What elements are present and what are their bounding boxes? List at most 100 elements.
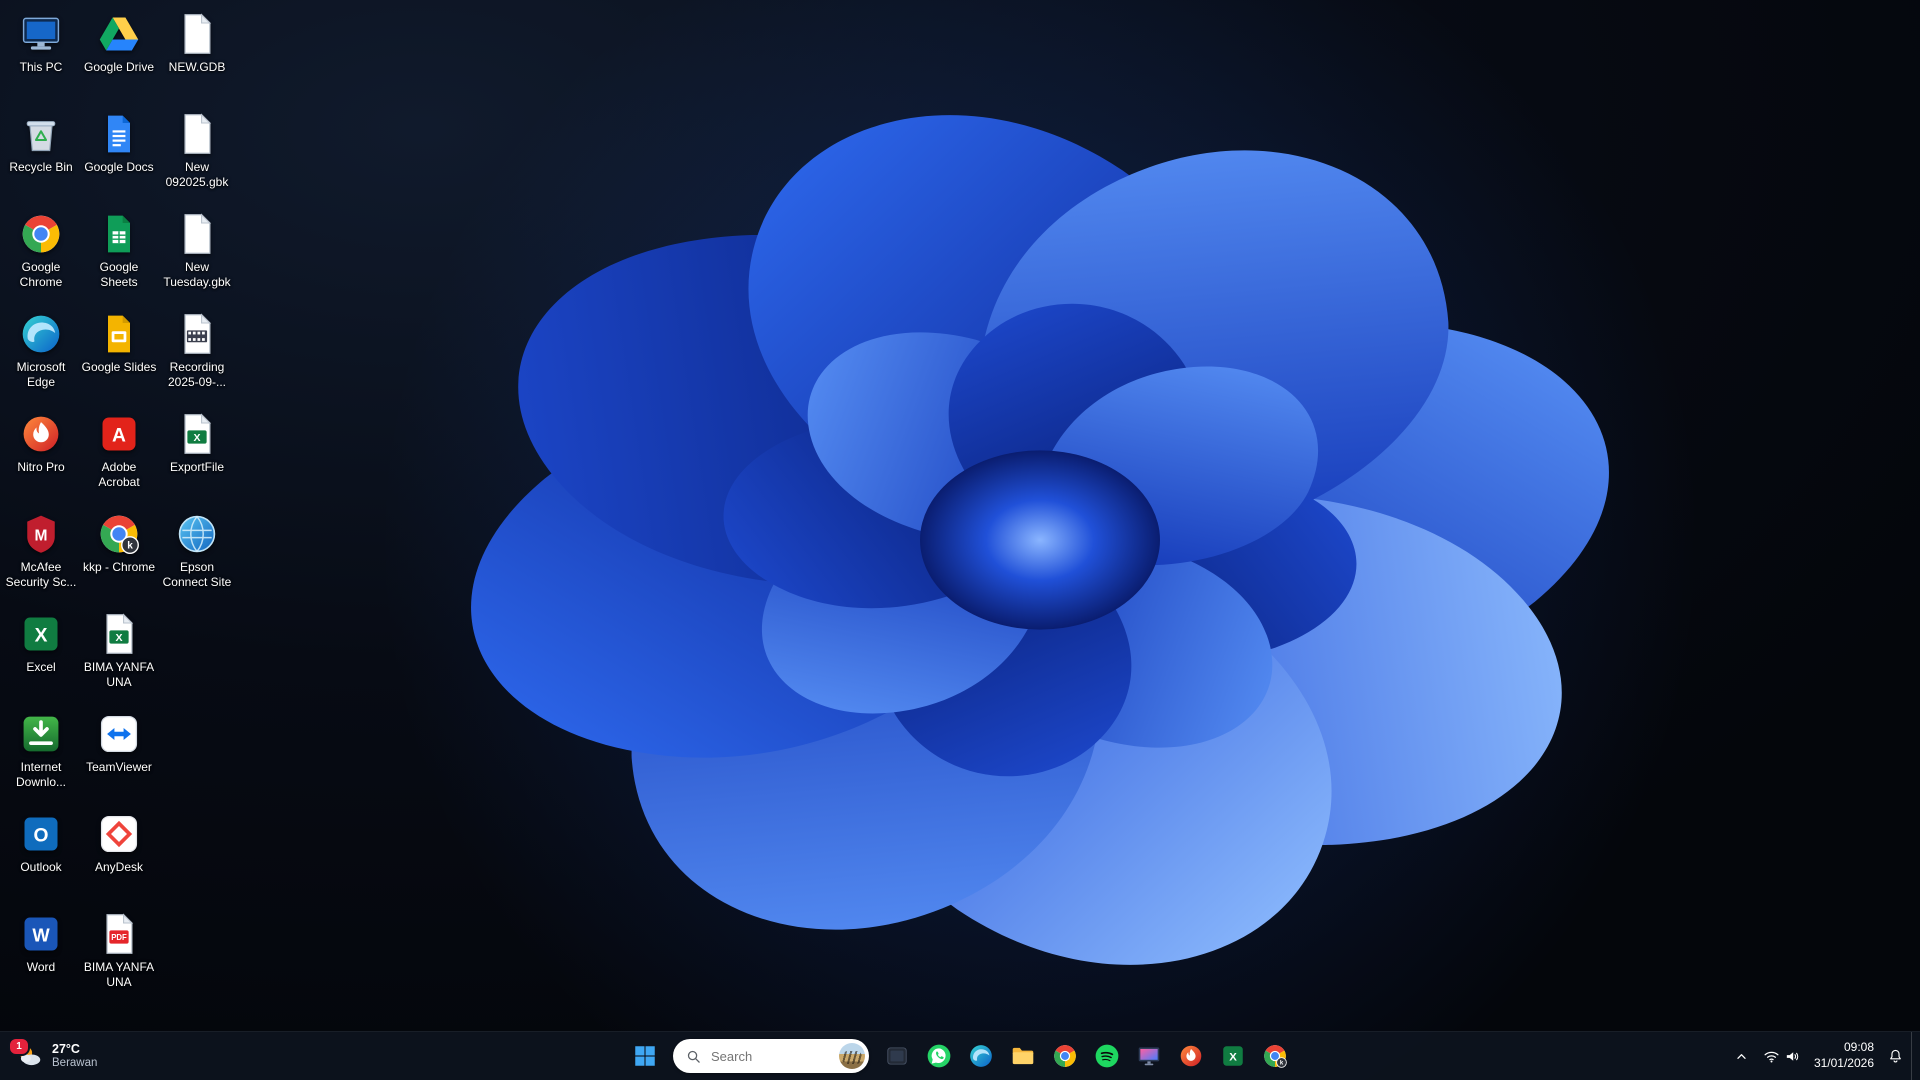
clock-button[interactable]: 09:08 31/01/2026: [1808, 1040, 1880, 1071]
desktop-icon-teamviewer[interactable]: TeamViewer: [81, 708, 157, 808]
icon-label: Recycle Bin: [9, 160, 72, 175]
task-view-button[interactable]: [877, 1036, 917, 1076]
desktop-icon-anydesk[interactable]: AnyDesk: [81, 808, 157, 908]
icon-label: Google Drive: [84, 60, 154, 75]
desktop-icon-google-drive[interactable]: Google Drive: [81, 8, 157, 108]
google-drive-icon: [97, 12, 141, 56]
desktop[interactable]: This PC Google Drive NEW.GDB Recycle Bin…: [0, 0, 1920, 1080]
icon-label: New Tuesday.gbk: [159, 260, 235, 290]
start-button[interactable]: [625, 1036, 665, 1076]
icon-label: McAfee Security Sc...: [3, 560, 79, 590]
icon-label: NEW.GDB: [169, 60, 226, 75]
search-daily-image[interactable]: [839, 1043, 865, 1069]
notification-button[interactable]: [1881, 1036, 1910, 1076]
edge-button[interactable]: [961, 1036, 1001, 1076]
widget-notification-badge: 1: [8, 1037, 30, 1056]
desktop-icon-nitro-pro[interactable]: Nitro Pro: [3, 408, 79, 508]
taskbar: 1 27°C Berawan: [0, 1031, 1920, 1080]
desktop-icon-word[interactable]: Word: [3, 908, 79, 1008]
anydesk-icon: [97, 812, 141, 856]
idm-icon: [19, 712, 63, 756]
desktop-icon-recording[interactable]: Recording 2025-09-...: [159, 308, 235, 408]
chrome-profile-icon: [1262, 1043, 1288, 1069]
icon-label: Google Sheets: [81, 260, 157, 290]
windows-logo-icon: [632, 1043, 658, 1069]
word-icon: [19, 912, 63, 956]
desktop-icon-internet-download-manager[interactable]: Internet Downlo...: [3, 708, 79, 808]
display-app-button[interactable]: [1129, 1036, 1169, 1076]
desktop-icon-exportfile[interactable]: ExportFile: [159, 408, 235, 508]
chrome-icon: [19, 212, 63, 256]
bell-icon: [1887, 1048, 1904, 1065]
taskbar-center: [625, 1032, 1295, 1080]
wifi-icon: [1763, 1048, 1780, 1065]
excel-icon: [1220, 1043, 1246, 1069]
edge-icon: [19, 312, 63, 356]
search-icon: [686, 1049, 701, 1064]
icon-label: Epson Connect Site: [159, 560, 235, 590]
tray-time: 09:08: [1814, 1040, 1874, 1056]
desktop-icon-epson-connect[interactable]: Epson Connect Site: [159, 508, 235, 608]
show-desktop-button[interactable]: [1911, 1032, 1918, 1080]
excel-file-icon: [175, 412, 219, 456]
icon-label: kkp - Chrome: [83, 560, 155, 575]
icon-label: Word: [27, 960, 55, 975]
file-explorer-button[interactable]: [1003, 1036, 1043, 1076]
desktop-icon-this-pc[interactable]: This PC: [3, 8, 79, 108]
whatsapp-icon: [926, 1043, 952, 1069]
nitro-button[interactable]: [1171, 1036, 1211, 1076]
desktop-icon-new-092025-gbk[interactable]: New 092025.gbk: [159, 108, 235, 208]
desktop-icon-bima-yanfa-una-pdf[interactable]: BIMA YANFA UNA: [81, 908, 157, 1008]
edge-icon: [968, 1043, 994, 1069]
desktop-icon-kkp-chrome[interactable]: kkp - Chrome: [81, 508, 157, 608]
desktop-icon-microsoft-edge[interactable]: Microsoft Edge: [3, 308, 79, 408]
teamviewer-icon: [97, 712, 141, 756]
wallpaper-bloom-image: [0, 0, 1920, 1080]
google-slides-icon: [97, 312, 141, 356]
icon-label: Google Docs: [84, 160, 153, 175]
tray-overflow-button[interactable]: [1727, 1036, 1756, 1076]
weather-temperature: 27°C: [52, 1042, 97, 1057]
nitro-icon: [1178, 1043, 1204, 1069]
chrome-profile-icon: [97, 512, 141, 556]
desktop-icon-new-tuesday-gbk[interactable]: New Tuesday.gbk: [159, 208, 235, 308]
chrome-profile-button[interactable]: [1255, 1036, 1295, 1076]
icon-label: ExportFile: [170, 460, 224, 475]
desktop-icon-mcafee[interactable]: McAfee Security Sc...: [3, 508, 79, 608]
desktop-icon-new-gdb[interactable]: NEW.GDB: [159, 8, 235, 108]
desktop-icon-google-chrome[interactable]: Google Chrome: [3, 208, 79, 308]
desktop-icon-adobe-acrobat[interactable]: Adobe Acrobat: [81, 408, 157, 508]
desktop-icon-excel[interactable]: Excel: [3, 608, 79, 708]
task-view-icon: [884, 1043, 910, 1069]
icon-label: This PC: [20, 60, 63, 75]
chrome-icon: [1052, 1043, 1078, 1069]
file-icon: [175, 212, 219, 256]
google-docs-icon: [97, 112, 141, 156]
weather-widget[interactable]: 1 27°C Berawan: [4, 1036, 107, 1076]
system-tray: 09:08 31/01/2026: [1727, 1032, 1918, 1080]
folder-icon: [1010, 1043, 1036, 1069]
excel-icon: [19, 612, 63, 656]
icon-label: Recording 2025-09-...: [159, 360, 235, 390]
whatsapp-button[interactable]: [919, 1036, 959, 1076]
desktop-icon-outlook[interactable]: Outlook: [3, 808, 79, 908]
file-icon: [175, 12, 219, 56]
chrome-button[interactable]: [1045, 1036, 1085, 1076]
icon-label: AnyDesk: [95, 860, 143, 875]
desktop-icon-bima-yanfa-una-xls[interactable]: BIMA YANFA UNA: [81, 608, 157, 708]
icon-label: BIMA YANFA UNA: [81, 660, 157, 690]
icon-label: Adobe Acrobat: [81, 460, 157, 490]
desktop-icon-google-docs[interactable]: Google Docs: [81, 108, 157, 208]
spotify-button[interactable]: [1087, 1036, 1127, 1076]
desktop-icon-google-sheets[interactable]: Google Sheets: [81, 208, 157, 308]
network-volume-button[interactable]: [1757, 1036, 1807, 1076]
desktop-icon-recycle-bin[interactable]: Recycle Bin: [3, 108, 79, 208]
this-pc-icon: [19, 12, 63, 56]
excel-button[interactable]: [1213, 1036, 1253, 1076]
search-box[interactable]: [673, 1039, 869, 1073]
outlook-icon: [19, 812, 63, 856]
file-icon: [175, 112, 219, 156]
icon-label: Nitro Pro: [17, 460, 64, 475]
search-input[interactable]: [709, 1048, 831, 1065]
desktop-icon-google-slides[interactable]: Google Slides: [81, 308, 157, 408]
